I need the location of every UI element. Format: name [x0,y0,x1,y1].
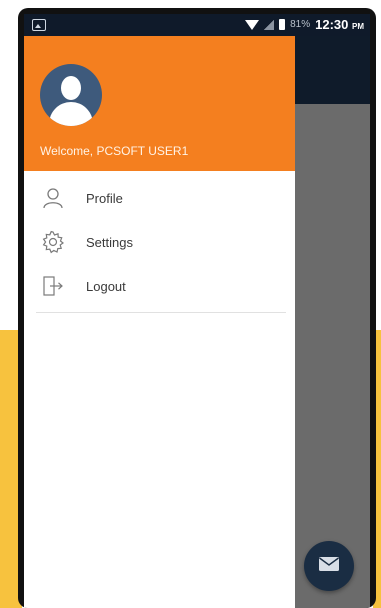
menu-item-settings[interactable]: Settings [24,220,295,264]
status-bar: 81% 12:30 PM [24,14,370,36]
welcome-text: Welcome, PCSOFT USER1 [40,144,189,158]
menu-label-settings: Settings [86,234,133,250]
user-icon [40,185,66,211]
clock-ampm: PM [352,22,364,31]
clock: 12:30 PM [315,17,364,32]
menu-item-profile[interactable]: Profile [24,176,295,220]
signal-icon [264,19,275,30]
menu-label-logout: Logout [86,278,126,294]
avatar-head [61,76,81,100]
battery-percentage: 81% [290,19,311,30]
phone-screen: 81% 12:30 PM Welcome, PCSOFT USER1 Profi… [24,14,370,608]
clock-time: 12:30 [315,17,349,32]
gear-icon [40,229,66,255]
menu-label-profile: Profile [86,190,123,206]
logout-icon [40,273,66,299]
menu-item-logout[interactable]: Logout [24,264,295,308]
drawer-header: Welcome, PCSOFT USER1 [24,36,295,171]
navigation-drawer: Welcome, PCSOFT USER1 Profile Settings L… [24,36,295,608]
drawer-menu: Profile Settings Logout [24,176,295,308]
status-indicators: 81% 12:30 PM [245,17,364,32]
mail-icon [318,556,340,577]
avatar-body [49,102,93,126]
gallery-notification-icon [32,19,46,31]
phone-frame: 81% 12:30 PM Welcome, PCSOFT USER1 Profi… [18,8,376,608]
avatar[interactable] [40,64,102,126]
wifi-icon [245,19,260,30]
mail-fab-button[interactable] [304,541,354,591]
battery-icon [279,19,286,30]
menu-divider [36,312,286,313]
stage: 81% 12:30 PM Welcome, PCSOFT USER1 Profi… [0,0,381,608]
